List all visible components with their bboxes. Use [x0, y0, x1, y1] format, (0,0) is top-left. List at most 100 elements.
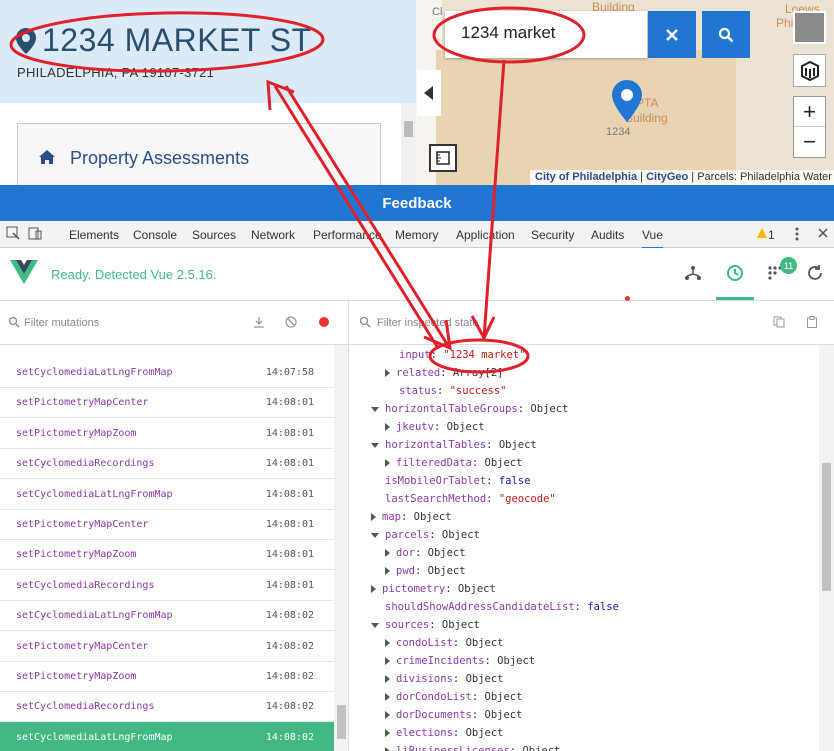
state-entry[interactable]: crimeIncidents: Object [385, 655, 535, 667]
pictometry-toggle[interactable] [793, 54, 826, 87]
filter-mutations-input[interactable]: Filter mutations [24, 317, 99, 329]
collapsed-arrow-icon[interactable] [385, 747, 390, 751]
zoom-out-button[interactable]: − [794, 127, 825, 157]
mutation-scrollbar-thumb[interactable] [337, 705, 346, 739]
state-scrollbar[interactable] [819, 345, 834, 751]
collapsed-arrow-icon[interactable] [385, 567, 390, 575]
collapsed-arrow-icon[interactable] [385, 675, 390, 683]
collapsed-arrow-icon[interactable] [385, 549, 390, 557]
tab-sources[interactable]: Sources [192, 228, 236, 242]
state-entry[interactable]: dorDocuments: Object [385, 709, 522, 721]
state-entry[interactable]: horizontalTables: Object [371, 439, 537, 451]
state-entry[interactable]: condoList: Object [385, 637, 504, 649]
collapsed-arrow-icon[interactable] [385, 693, 390, 701]
state-entry[interactable]: horizontalTableGroups: Object [371, 403, 568, 415]
expanded-arrow-icon[interactable] [371, 622, 379, 628]
left-scrollbar-thumb[interactable] [404, 121, 413, 137]
tab-memory[interactable]: Memory [395, 228, 438, 242]
inspect-element-icon[interactable] [6, 226, 20, 240]
mutation-row[interactable]: setPictometryMapCenter 14:08:02 [0, 631, 334, 662]
collapsed-arrow-icon[interactable] [385, 729, 390, 737]
mutation-row[interactable]: setPictometryMapZoom 14:08:02 [0, 661, 334, 692]
state-entry[interactable]: elections: Object [385, 727, 504, 739]
record-icon[interactable] [318, 316, 330, 328]
filter-state-input[interactable]: Filter inspected state [377, 317, 479, 329]
collapsed-arrow-icon[interactable] [385, 459, 390, 467]
collapsed-arrow-icon[interactable] [385, 369, 390, 377]
tab-elements[interactable]: Elements [69, 228, 119, 242]
left-scrollbar[interactable] [401, 103, 416, 185]
state-entry[interactable]: related: Array[2] [385, 367, 504, 379]
device-toolbar-icon[interactable] [28, 226, 42, 240]
collapsed-arrow-icon[interactable] [371, 585, 376, 593]
topic-property-assessments[interactable]: Property Assessments [17, 123, 381, 193]
search-button[interactable] [702, 11, 750, 58]
tab-console[interactable]: Console [133, 228, 177, 242]
attribution-link-citygeo[interactable]: CityGeo [646, 171, 688, 183]
address-search-input[interactable]: 1234 market [445, 11, 647, 58]
mutation-row[interactable]: setCyclomediaLatLngFromMap 14:08:02 [0, 600, 334, 632]
state-entry[interactable]: dorCondoList: Object [385, 691, 522, 703]
aerial-imagery-toggle[interactable] [793, 11, 826, 44]
clear-icon[interactable] [285, 316, 297, 328]
state-entry[interactable]: sources: Object [371, 619, 480, 631]
mutation-row[interactable]: setCyclomediaRecordings 14:08:01 [0, 448, 334, 480]
mutation-row[interactable]: setPictometryMapZoom 14:08:01 [0, 539, 334, 571]
paste-icon[interactable] [806, 316, 818, 328]
state-entry[interactable]: map: Object [371, 511, 452, 523]
collapsed-arrow-icon[interactable] [385, 657, 390, 665]
clear-search-button[interactable] [648, 11, 696, 58]
tab-application[interactable]: Application [456, 228, 515, 242]
close-devtools-icon[interactable] [818, 228, 828, 238]
components-tab-icon[interactable] [684, 264, 702, 282]
refresh-icon[interactable] [806, 264, 824, 282]
feedback-button[interactable]: Feedback [0, 185, 834, 221]
warning-count[interactable]: 1 [768, 228, 775, 242]
map-location-pin-icon[interactable] [612, 80, 642, 122]
expanded-arrow-icon[interactable] [371, 532, 379, 538]
tab-performance[interactable]: Performance [313, 228, 382, 242]
state-colon: : [436, 385, 450, 397]
state-entry[interactable]: dor: Object [385, 547, 466, 559]
attribution-link-city[interactable]: City of Philadelphia [535, 171, 637, 183]
state-entry[interactable]: jkeutv: Object [385, 421, 485, 433]
zoom-control: + − [793, 96, 826, 158]
mutation-row[interactable]: setCyclomediaRecordings 14:08:01 [0, 570, 334, 601]
zoom-in-button[interactable]: + [794, 97, 825, 127]
collapsed-arrow-icon[interactable] [385, 711, 390, 719]
mutation-row[interactable]: setPictometryMapZoom 14:08:01 [0, 418, 334, 449]
mutation-row[interactable]: setCyclomediaLatLngFromMap 14:07:58 [0, 357, 334, 388]
tab-vue[interactable]: Vue [642, 228, 663, 249]
state-entry[interactable]: pwd: Object [385, 565, 466, 577]
warning-icon[interactable] [757, 228, 767, 238]
collapse-panel-button[interactable] [417, 70, 441, 116]
state-entry[interactable]: parcels: Object [371, 529, 480, 541]
collapsed-arrow-icon[interactable] [371, 513, 376, 521]
mutation-row[interactable]: setCyclomediaLatLngFromMap 14:08:02 [0, 721, 334, 751]
state-entry[interactable]: divisions: Object [385, 673, 504, 685]
tab-security[interactable]: Security [531, 228, 574, 242]
tab-network[interactable]: Network [251, 228, 295, 242]
mutation-name: setCyclomediaLatLngFromMap [16, 367, 173, 378]
state-entry[interactable]: liBusinessLicenses: Object [385, 745, 560, 751]
tab-audits[interactable]: Audits [591, 228, 624, 242]
expanded-arrow-icon[interactable] [371, 442, 379, 448]
more-options-icon[interactable] [795, 227, 799, 241]
collapsed-arrow-icon[interactable] [385, 423, 390, 431]
state-entry[interactable]: filteredData: Object [385, 457, 522, 469]
download-icon[interactable] [253, 316, 265, 328]
state-scrollbar-thumb[interactable] [822, 463, 831, 591]
vuex-history-icon[interactable] [726, 264, 744, 282]
mutation-row[interactable]: setPictometryMapCenter 14:08:01 [0, 387, 334, 419]
mutation-row[interactable]: setPictometryMapCenter 14:08:01 [0, 509, 334, 540]
expanded-arrow-icon[interactable] [371, 406, 379, 412]
mutation-row[interactable]: setCyclomediaLatLngFromMap 14:08:01 [0, 479, 334, 510]
mutation-list-scrollbar[interactable] [334, 345, 349, 751]
state-entry[interactable]: pictometry: Object [371, 583, 496, 595]
mutation-row[interactable]: setCyclomediaRecordings 14:08:02 [0, 691, 334, 723]
measure-tool-button[interactable] [429, 144, 457, 172]
state-value: Object [484, 691, 523, 703]
collapsed-arrow-icon[interactable] [385, 639, 390, 647]
close-icon [666, 28, 678, 41]
copy-icon[interactable] [773, 316, 785, 328]
